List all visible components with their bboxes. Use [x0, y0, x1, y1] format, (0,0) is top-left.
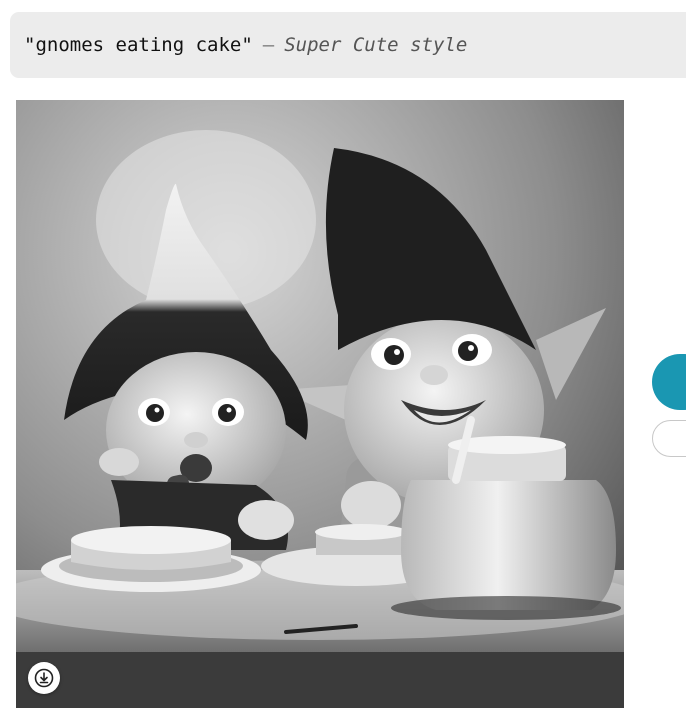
download-button[interactable] — [28, 662, 60, 694]
generated-image — [16, 100, 624, 708]
prompt-separator: — — [262, 34, 275, 56]
secondary-action-button[interactable] — [652, 420, 686, 457]
style-label: Super Cute style — [284, 34, 468, 56]
prompt-bar: "gnomes eating cake" — Super Cute style — [10, 12, 686, 78]
download-icon — [34, 668, 54, 688]
prompt-text: "gnomes eating cake" — [24, 34, 253, 56]
primary-action-button[interactable] — [652, 354, 686, 410]
generated-image-artwork — [16, 100, 624, 708]
